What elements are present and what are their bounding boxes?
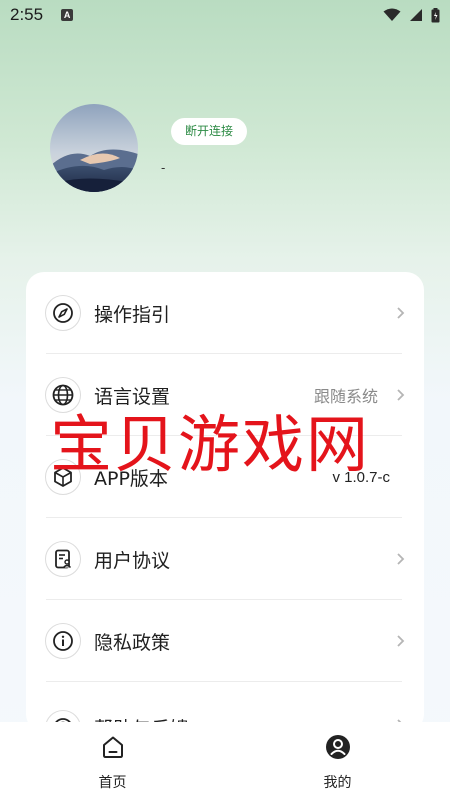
chevron-right-icon xyxy=(397,389,405,401)
status-icons xyxy=(383,7,440,23)
tab-label: 我的 xyxy=(323,775,352,791)
wifi-icon xyxy=(383,8,401,21)
avatar[interactable] xyxy=(50,104,138,192)
tab-mine[interactable]: 我的 xyxy=(225,722,450,800)
desert-landscape-avatar xyxy=(50,104,138,192)
chevron-right-icon xyxy=(397,635,405,647)
menu-item-guide[interactable]: 操作指引 xyxy=(26,272,424,354)
chevron-right-icon xyxy=(397,553,405,565)
menu-item-privacy-policy[interactable]: 隐私政策 xyxy=(26,600,424,682)
watermark: 宝贝游戏网 xyxy=(50,408,371,481)
home-icon xyxy=(102,736,123,758)
notification-icon: A xyxy=(61,9,74,21)
info-icon xyxy=(45,623,81,659)
user-icon xyxy=(325,735,350,759)
document-user-icon xyxy=(45,541,81,577)
username: - xyxy=(161,160,166,175)
tab-home[interactable]: 首页 xyxy=(0,722,225,800)
chevron-right-icon xyxy=(397,307,405,319)
disconnect-button[interactable]: 断开连接 xyxy=(171,118,247,145)
language-value: 跟随系统 xyxy=(313,387,378,406)
menu-item-label: 用户协议 xyxy=(94,549,171,572)
tab-label: 首页 xyxy=(98,775,127,791)
signal-icon xyxy=(410,9,422,21)
status-time: 2:55 xyxy=(10,5,44,24)
battery-icon xyxy=(431,7,440,22)
compass-icon xyxy=(45,295,81,331)
menu-item-label: 隐私政策 xyxy=(94,631,171,654)
settings-card: 操作指引 语言设置 跟随系统 APP版本 v 1.0.7-c 用户协议 隐私政策 xyxy=(26,272,424,732)
status-bar: 2:55 A xyxy=(0,0,450,30)
menu-item-label: 操作指引 xyxy=(94,303,171,326)
bottom-tab-bar: 首页 我的 xyxy=(0,722,450,800)
menu-item-user-agreement[interactable]: 用户协议 xyxy=(26,518,424,600)
